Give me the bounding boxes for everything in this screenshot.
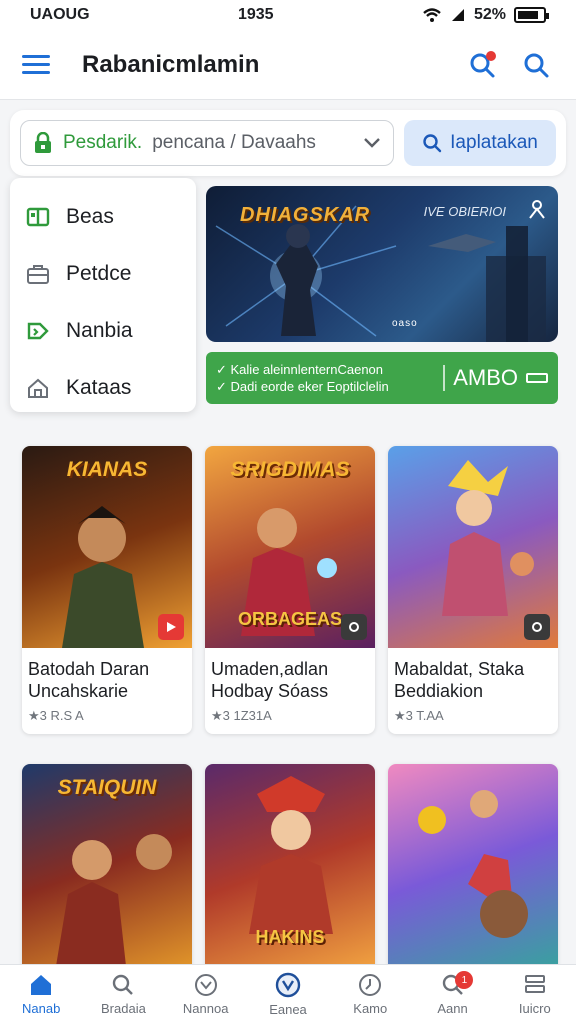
game-rating: ★3 T.AA: [394, 708, 444, 723]
game-thumbnail: [388, 446, 558, 648]
promo-line-1: Kalie aleinnlenternCaenon: [230, 362, 384, 377]
chevron-down-icon: [364, 138, 380, 148]
battery-percent: 52%: [473, 6, 506, 23]
nav-label: Eanea: [269, 1002, 307, 1017]
banner-title: DHIAGSKAR: [240, 204, 371, 226]
category-select[interactable]: Pesdarik. pencana / Davaahs: [20, 120, 394, 166]
category-value: pencana / Davaahs: [152, 132, 316, 153]
wifi-icon: [423, 8, 441, 22]
game-title: Mabaldat, Staka: [394, 659, 525, 679]
game-title: Umaden,adlan: [211, 659, 329, 679]
game-card[interactable]: KIANAS Batodah Daran Uncahskarie ★3 R.S …: [22, 446, 192, 734]
notification-search-button[interactable]: [464, 47, 500, 83]
game-subtitle: Uncahskarie: [28, 681, 129, 701]
banner-subtitle: IVE OBIERIOI: [423, 204, 506, 219]
game-thumbnail: KIANAS: [22, 446, 192, 648]
status-time: 1935: [237, 6, 274, 23]
search-icon: [113, 974, 134, 995]
menu-item-petdce[interactable]: Petdce: [10, 245, 196, 302]
play-badge-icon: [158, 614, 184, 640]
game-card[interactable]: SRIGDIMAS ORBAGEAS Umaden,adlan Hodbay S…: [205, 446, 375, 734]
status-carrier: UAOUG: [30, 6, 90, 23]
search-row: Pesdarik. pencana / Davaahs Iaplatakan: [10, 110, 566, 176]
menu-item-label: Beas: [66, 204, 114, 228]
search-button[interactable]: [518, 47, 554, 83]
nav-item-notifications[interactable]: 1 Aann: [411, 965, 493, 1024]
search-submit-button[interactable]: Iaplatakan: [404, 120, 556, 166]
game-thumbnail: SRIGDIMAS ORBAGEAS: [205, 446, 375, 648]
menu-item-kataas[interactable]: Kataas: [10, 359, 196, 416]
nav-item-search[interactable]: Bradaia: [82, 965, 164, 1024]
menu-icon[interactable]: [22, 55, 50, 74]
list-icon: [524, 975, 545, 993]
promo-text: ✓ Kalie aleinnlenternCaenon ✓ Dadi eorde…: [216, 362, 389, 394]
promo-bar[interactable]: ✓ Kalie aleinnlenternCaenon ✓ Dadi eorde…: [206, 352, 558, 404]
menu-item-label: Kataas: [66, 375, 132, 399]
signal-icon: [451, 9, 464, 21]
game-thumbnail: [388, 764, 558, 966]
category-label: Pesdarik.: [63, 132, 143, 153]
nav-item-games[interactable]: Nannoa: [165, 965, 247, 1024]
bottom-nav: Nanab Bradaia Nannoa Eanea Kamo 1 Aann I…: [0, 964, 576, 1024]
nav-item-home[interactable]: Nanab: [0, 965, 82, 1024]
tag-icon: [27, 322, 49, 339]
featured-banner[interactable]: DHIAGSKAR IVE OBIERIOI oaso: [206, 186, 558, 342]
search-icon: [524, 53, 549, 77]
game-grid: KIANAS Batodah Daran Uncahskarie ★3 R.S …: [22, 446, 558, 1024]
home-icon: [31, 975, 52, 995]
nav-item-clock[interactable]: Kamo: [329, 965, 411, 1024]
dropdown-menu: Beas Petdce Nanbia Kataas: [10, 178, 196, 412]
app-title: Rabanicmlamin: [82, 50, 260, 78]
clock-icon: [359, 974, 382, 996]
menu-item-label: Petdce: [66, 261, 132, 285]
game-subtitle: Hodbay Sóass: [211, 681, 329, 701]
search-icon: [423, 134, 442, 153]
app-bar: Rabanicmlamin: [0, 30, 576, 100]
character-art: [418, 790, 528, 938]
menu-item-label: Nanbia: [66, 318, 133, 342]
briefcase-icon: [27, 264, 49, 284]
book-icon: [26, 207, 50, 226]
checkmark-circle-icon: [194, 974, 217, 996]
character-art: [56, 834, 172, 966]
game-thumbnail: HAKINS: [205, 764, 375, 966]
promo-toggle-icon: [526, 373, 548, 383]
notification-dot: [486, 50, 496, 61]
controller-badge-icon: [524, 614, 550, 640]
nav-item-more[interactable]: Iuicro: [494, 965, 576, 1024]
game-card[interactable]: Mabaldat, Staka Beddiakion ★3 T.AA: [388, 446, 558, 734]
nav-label: Iuicro: [518, 1001, 551, 1016]
game-title: Batodah Daran: [28, 659, 150, 679]
menu-item-beas[interactable]: Beas: [10, 188, 196, 245]
game-thumbnail: STAIQUIN: [22, 764, 192, 966]
share-icon[interactable]: [526, 198, 548, 220]
game-rating: ★3 1Z31A: [211, 708, 272, 723]
carousel-indicator: oaso: [392, 318, 418, 329]
nav-label: Aann: [437, 1001, 468, 1016]
promo-label: AMBO: [443, 365, 518, 391]
status-bar: UAOUG 1935 52%: [0, 0, 576, 30]
battery-icon: [514, 7, 549, 23]
search-submit-label: Iaplatakan: [450, 132, 538, 153]
notification-badge: 1: [455, 971, 474, 989]
nav-label: Bradaia: [101, 1001, 146, 1016]
controller-badge-icon: [341, 614, 367, 640]
menu-item-nanbia[interactable]: Nanbia: [10, 302, 196, 359]
v-circle-icon: [275, 972, 301, 998]
status-icons: 52%: [422, 6, 549, 24]
thumbnail-subtitle: HAKINS: [255, 927, 325, 947]
game-subtitle: Beddiakion: [394, 681, 484, 701]
nav-label: Nanab: [21, 1001, 61, 1016]
promo-line-2: Dadi eorde eker Eoptilclelin: [230, 379, 389, 394]
nav-item-center[interactable]: Eanea: [247, 965, 329, 1024]
nav-label: Kamo: [353, 1001, 388, 1016]
game-rating: ★3 R.S A: [28, 708, 84, 723]
lock-icon: [35, 132, 51, 153]
nav-label: Nannoa: [182, 1001, 229, 1016]
home-icon: [28, 378, 48, 398]
